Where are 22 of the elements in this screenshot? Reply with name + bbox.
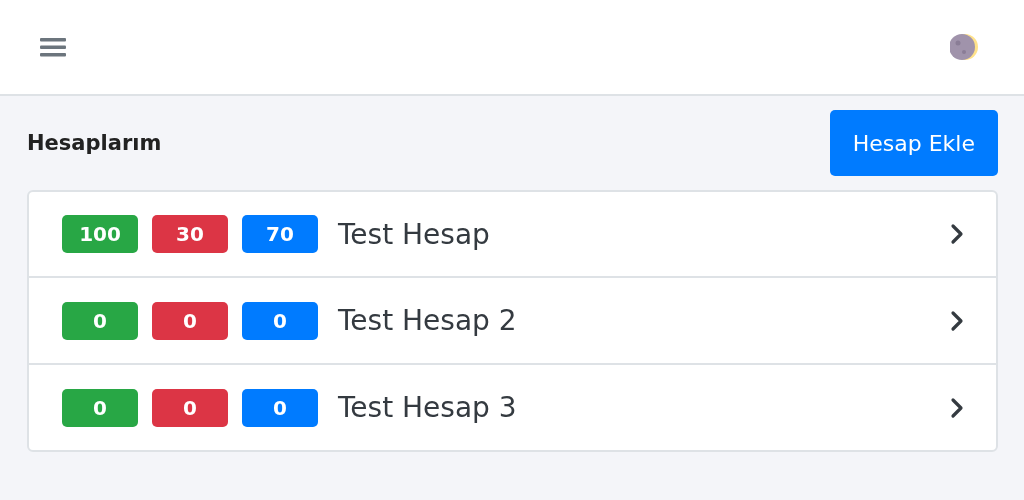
amount-badge: 70 <box>242 215 318 253</box>
page-title: Hesaplarım <box>27 131 162 155</box>
account-name: Test Hesap 3 <box>338 391 517 424</box>
chevron-right-icon[interactable] <box>950 396 964 419</box>
amount-badge: 0 <box>62 301 138 340</box>
amount-badge: 100 <box>62 215 138 253</box>
amount-badge: 0 <box>152 388 228 427</box>
account-row[interactable]: 100 30 70 Test Hesap <box>29 192 996 276</box>
chevron-right-icon[interactable] <box>950 309 964 332</box>
account-name: Test Hesap <box>338 217 490 251</box>
chevron-right-icon[interactable] <box>950 223 964 245</box>
amount-badge: 30 <box>152 215 228 253</box>
amount-badge: 0 <box>242 388 318 427</box>
moon-icon[interactable] <box>950 33 978 61</box>
add-account-button[interactable]: Hesap Ekle <box>829 110 998 176</box>
account-row[interactable]: 0 0 0 Test Hesap 2 <box>29 276 996 363</box>
amount-badge: 0 <box>62 388 138 427</box>
account-name: Test Hesap 2 <box>338 304 517 337</box>
amount-badge: 0 <box>152 301 228 340</box>
menu-icon[interactable] <box>40 36 66 58</box>
amount-badge: 0 <box>242 301 318 340</box>
account-row[interactable]: 0 0 0 Test Hesap 3 <box>29 363 996 450</box>
